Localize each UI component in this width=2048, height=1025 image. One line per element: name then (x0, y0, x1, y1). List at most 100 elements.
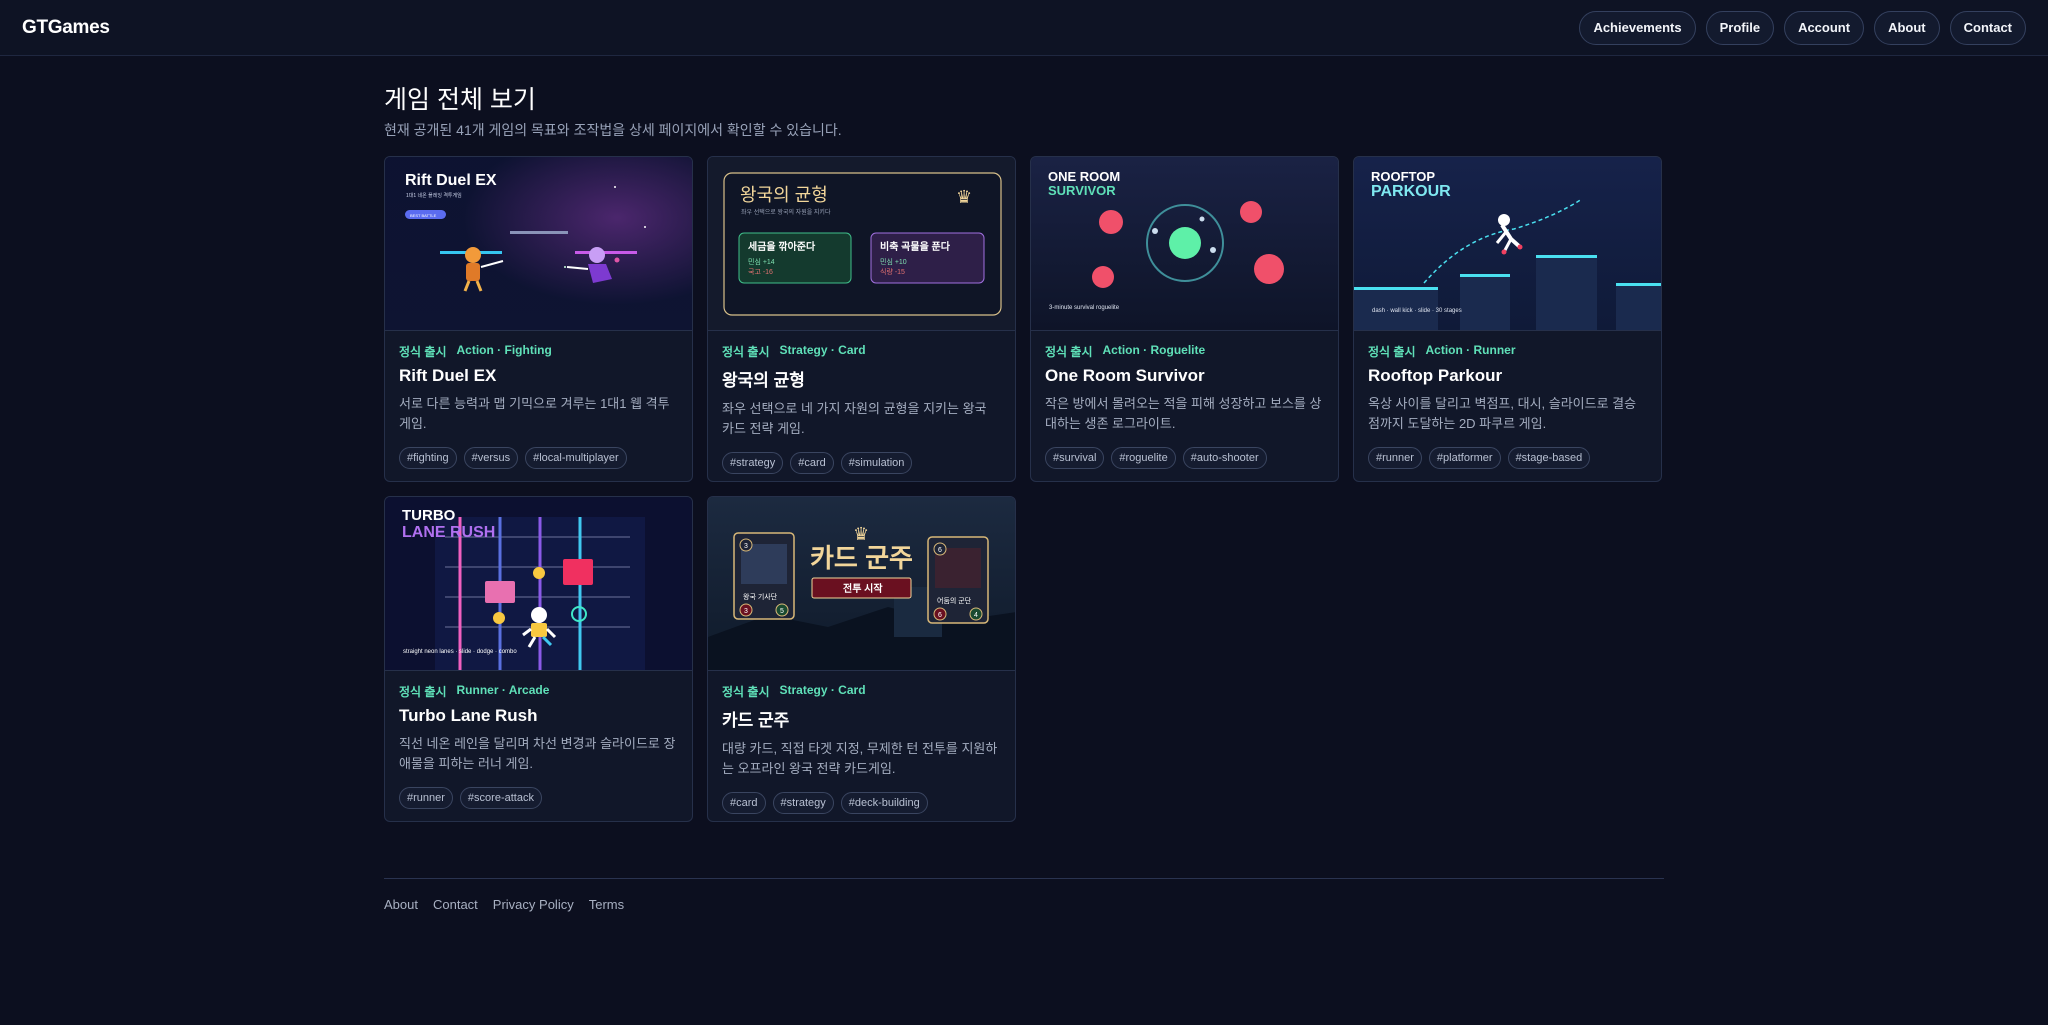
thumb-title: ONE ROOM (1048, 169, 1120, 184)
kingdom-balance-art: 왕국의 균형 좌우 선택으로 왕국의 자원을 지키다 ♛ 세금을 깎아준다 민심… (708, 157, 1015, 330)
game-card-rooftop-parkour[interactable]: ROOFTOP PARKOUR dash · wall kick · slide… (1353, 156, 1662, 482)
tag-chip[interactable]: #simulation (840, 452, 913, 474)
thumb-right-choice: 비축 곡물을 푼다 (880, 240, 951, 253)
tag-list: #card #strategy #deck-building (722, 792, 1001, 814)
tag-chip[interactable]: #deck-building (840, 792, 928, 814)
tag-list: #strategy #card #simulation (722, 452, 1001, 474)
tag-chip[interactable]: #score-attack (459, 787, 542, 809)
tag-chip[interactable]: #versus (463, 447, 519, 469)
thumb-caption: straight neon lanes · slide · dodge · co… (403, 649, 517, 655)
tag-list: #survival #roguelite #auto-shooter (1045, 447, 1324, 469)
tag-chip[interactable]: #platformer (1428, 447, 1501, 469)
nav-profile-button[interactable]: Profile (1705, 10, 1775, 45)
tag-chip[interactable]: #runner (399, 787, 453, 809)
game-description: 서로 다른 능력과 맵 기믹으로 겨루는 1대1 웹 격투 게임. (399, 396, 670, 431)
tag-chip[interactable]: #fighting (399, 447, 457, 469)
genre-label: Action · Fighting (456, 343, 552, 357)
thumb-title-accent: PARKOUR (1371, 183, 1451, 200)
status-badge: 정식 출시 (722, 345, 770, 359)
game-card-turbo-lane-rush[interactable]: TURBO LANE RUSH straight neon lanes · sl… (384, 496, 693, 822)
game-meta: 정식 출시 Action · Roguelite (1045, 343, 1324, 360)
game-card-one-room-survivor[interactable]: ONE ROOM SURVIVOR 3-minute survival rogu… (1030, 156, 1339, 482)
genre-label: Action · Roguelite (1102, 343, 1206, 357)
thumb-right-stat: 민심 +10 (880, 257, 907, 266)
game-meta: 정식 출시 Action · Runner (1368, 343, 1647, 360)
thumb-left-choice: 세금을 깎아준다 (748, 240, 816, 253)
thumb-subtitle: 좌우 선택으로 왕국의 자원을 지키다 (741, 208, 831, 216)
game-grid: Rift Duel EX 1대1 네온 플레잉 격투게임 BEST BATTLE (384, 156, 1664, 822)
status-badge: 정식 출시 (1045, 345, 1093, 359)
nav-account-button[interactable]: Account (1784, 10, 1865, 45)
tag-chip[interactable]: #strategy (722, 452, 784, 474)
footer-link-privacy-policy[interactable]: Privacy Policy (493, 897, 574, 912)
footer-link-contact[interactable]: Contact (433, 897, 478, 912)
game-thumbnail[interactable]: Rift Duel EX 1대1 네온 플레잉 격투게임 BEST BATTLE (385, 157, 692, 331)
genre-label: Strategy · Card (779, 343, 866, 357)
game-thumbnail[interactable]: ROOFTOP PARKOUR dash · wall kick · slide… (1354, 157, 1661, 331)
tag-chip[interactable]: #roguelite (1111, 447, 1176, 469)
game-description: 직선 네온 레인을 달리며 차선 변경과 슬라이드로 장애물을 피하는 러너 게… (399, 736, 676, 771)
thumb-caption: 3-minute survival roguelite (1049, 305, 1120, 311)
tag-chip[interactable]: #stage-based (1507, 447, 1591, 469)
thumb-title: ROOFTOP (1371, 169, 1435, 184)
game-title[interactable]: Turbo Lane Rush (399, 706, 678, 726)
site-logo[interactable]: GTGames (22, 17, 110, 39)
tag-chip[interactable]: #card (722, 792, 766, 814)
footer-link-terms[interactable]: Terms (589, 897, 624, 912)
top-bar: GTGames Achievements Profile Account Abo… (0, 0, 2048, 56)
thumb-title-accent: LANE RUSH (402, 524, 495, 541)
tag-list: #runner #platformer #stage-based (1368, 447, 1647, 469)
rift-duel-art: Rift Duel EX 1대1 네온 플레잉 격투게임 BEST BATTLE (385, 157, 692, 330)
game-thumbnail[interactable]: ♛ 카드 군주 전투 시작 3 왕국 기사단 3 5 6 어둠의 군단 6 4 (708, 497, 1015, 671)
tag-chip[interactable]: #local-multiplayer (525, 447, 627, 469)
footer: About Contact Privacy Policy Terms (384, 878, 1664, 912)
thumb-left-atk: 3 (744, 608, 748, 615)
game-title[interactable]: Rift Duel EX (399, 366, 678, 386)
thumb-left-stat: 민심 +14 (748, 257, 775, 266)
tag-chip[interactable]: #auto-shooter (1182, 447, 1267, 469)
tag-chip[interactable]: #runner (1368, 447, 1422, 469)
game-title[interactable]: One Room Survivor (1045, 366, 1324, 386)
thumb-right-hp: 4 (974, 612, 978, 619)
game-title[interactable]: 카드 군주 (722, 706, 1001, 731)
game-card-card-lord[interactable]: ♛ 카드 군주 전투 시작 3 왕국 기사단 3 5 6 어둠의 군단 6 4 … (707, 496, 1016, 822)
thumb-right-stat: 식량 -15 (880, 267, 905, 276)
tag-chip[interactable]: #survival (1045, 447, 1105, 469)
rooftop-parkour-art: ROOFTOP PARKOUR dash · wall kick · slide… (1354, 157, 1661, 330)
tag-chip[interactable]: #strategy (772, 792, 834, 814)
thumb-caption: dash · wall kick · slide · 30 stages (1372, 308, 1462, 314)
game-card-rift-duel-ex[interactable]: Rift Duel EX 1대1 네온 플레잉 격투게임 BEST BATTLE (384, 156, 693, 482)
nav-about-button[interactable]: About (1874, 10, 1940, 45)
tag-list: #runner #score-attack (399, 787, 678, 809)
card-lord-art: ♛ 카드 군주 전투 시작 3 왕국 기사단 3 5 6 어둠의 군단 6 4 (708, 497, 1015, 670)
game-meta: 정식 출시 Runner · Arcade (399, 683, 678, 700)
status-badge: 정식 출시 (1368, 345, 1416, 359)
game-meta: 정식 출시 Strategy · Card (722, 343, 1001, 360)
game-title[interactable]: Rooftop Parkour (1368, 366, 1647, 386)
thumb-title: 카드 군주 (810, 543, 913, 573)
game-title[interactable]: 왕국의 균형 (722, 366, 1001, 391)
status-badge: 정식 출시 (722, 685, 770, 699)
thumb-title: TURBO (402, 507, 456, 524)
thumb-subtitle: 1대1 네온 플레잉 격투게임 (406, 192, 462, 199)
game-thumbnail[interactable]: 왕국의 균형 좌우 선택으로 왕국의 자원을 지키다 ♛ 세금을 깎아준다 민심… (708, 157, 1015, 331)
game-description: 작은 방에서 몰려오는 적을 피해 성장하고 보스를 상대하는 생존 로그라이트… (1045, 396, 1322, 431)
one-room-survivor-art: ONE ROOM SURVIVOR 3-minute survival rogu… (1031, 157, 1338, 330)
game-card-kingdom-balance[interactable]: 왕국의 균형 좌우 선택으로 왕국의 자원을 지키다 ♛ 세금을 깎아준다 민심… (707, 156, 1016, 482)
nav-achievements-button[interactable]: Achievements (1579, 10, 1696, 45)
tag-chip[interactable]: #card (790, 452, 834, 474)
game-thumbnail[interactable]: ONE ROOM SURVIVOR 3-minute survival rogu… (1031, 157, 1338, 331)
game-thumbnail[interactable]: TURBO LANE RUSH straight neon lanes · sl… (385, 497, 692, 671)
thumb-title-accent: SURVIVOR (1048, 183, 1116, 198)
genre-label: Action · Runner (1425, 343, 1516, 357)
thumb-left-stat: 국고 -16 (748, 268, 773, 276)
genre-label: Strategy · Card (779, 683, 866, 697)
nav-contact-button[interactable]: Contact (1949, 10, 2026, 45)
thumb-title: Rift Duel EX (405, 172, 497, 189)
thumb-right-atk: 6 (938, 612, 942, 619)
tag-list: #fighting #versus #local-multiplayer (399, 447, 678, 469)
game-meta: 정식 출시 Action · Fighting (399, 343, 678, 360)
footer-link-about[interactable]: About (384, 897, 418, 912)
thumb-left-hp: 5 (780, 608, 784, 615)
thumb-title: 왕국의 균형 (740, 185, 828, 205)
